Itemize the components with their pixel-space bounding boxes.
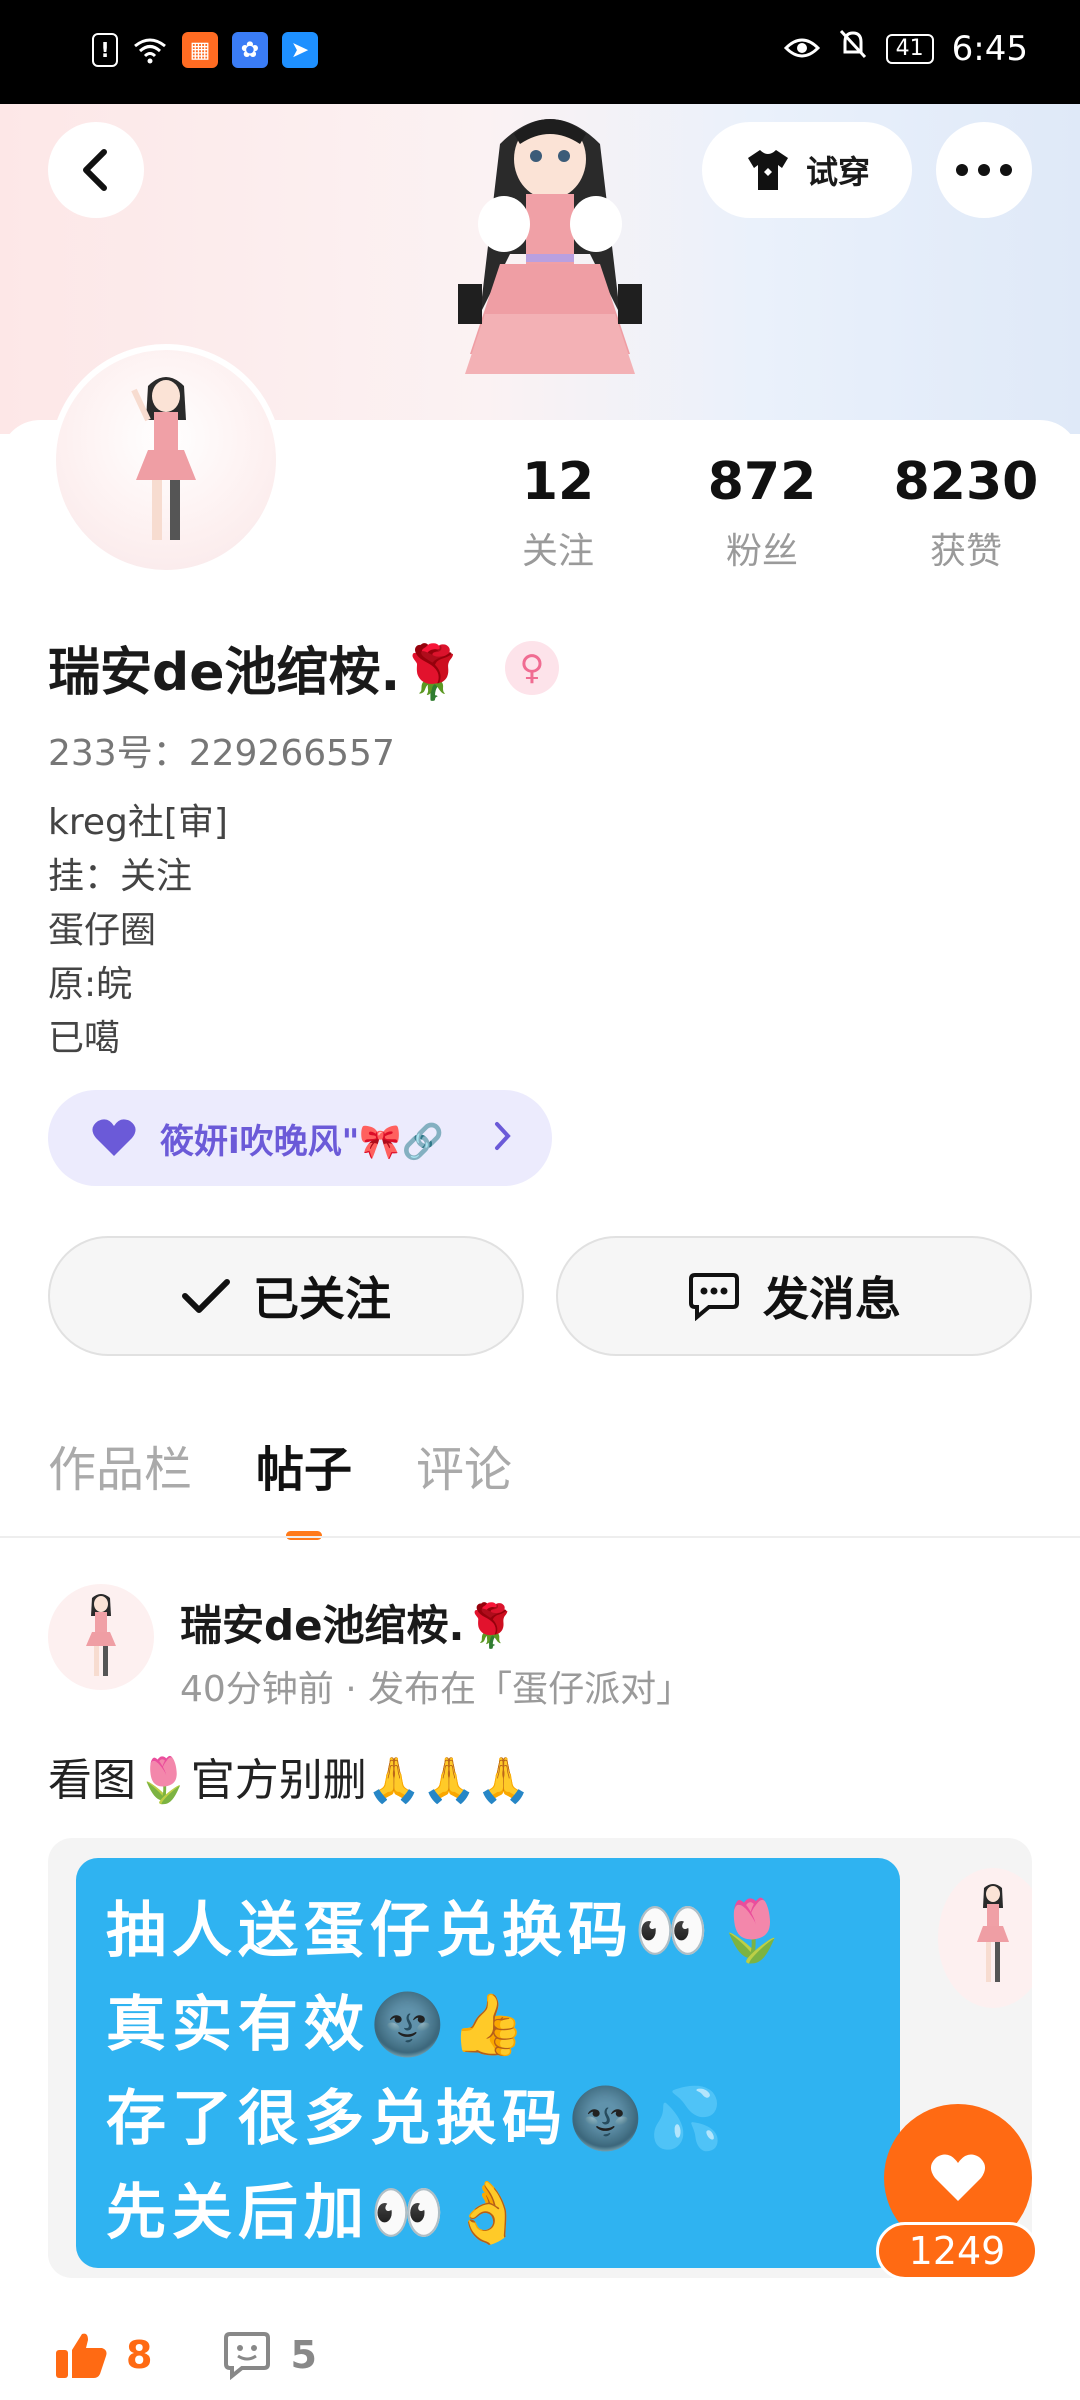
likes-label: 获赞 xyxy=(929,531,1002,572)
post-comment-button[interactable]: 5 xyxy=(222,2330,317,2380)
comment-icon xyxy=(224,2332,271,2380)
status-time: 6:45 xyxy=(951,28,1028,69)
more-button[interactable] xyxy=(936,122,1032,218)
heart-icon xyxy=(930,2154,986,2201)
purple-heart-icon xyxy=(92,1119,136,1156)
image-text-line: 抽人送蛋仔兑换码👀🌷 xyxy=(106,1896,796,1966)
group-tag-label: 筱妍i吹晚风"🎀🔗 xyxy=(160,1121,445,1162)
tshirt-icon xyxy=(747,150,788,190)
post-author-avatar[interactable] xyxy=(48,1584,154,1690)
try-on-button[interactable]: 试穿 xyxy=(702,122,912,218)
profile-name-row: 瑞安de池绾桉.🌹 ♀ xyxy=(48,630,559,705)
alert-icon: ! xyxy=(92,33,118,67)
thumbs-up-icon xyxy=(56,2333,107,2378)
followers-count: 872 xyxy=(707,452,817,512)
bio-line: 原:皖 xyxy=(48,964,133,1005)
stat-followers[interactable]: 872 粉丝 xyxy=(672,452,852,574)
stat-likes[interactable]: 8230 获赞 xyxy=(876,452,1056,574)
user-id: 233号：229266557 xyxy=(48,733,395,774)
image-text-line: 真实有效🌚👍 xyxy=(106,1990,532,2060)
post-like-count: 8 xyxy=(126,2333,153,2377)
post-image-thumbnail[interactable] xyxy=(938,1858,1032,2058)
followed-label: 已关注 xyxy=(253,1272,391,1326)
app-notification-icon: ▦ xyxy=(182,32,218,68)
character-illustration xyxy=(458,119,642,374)
tab-comments[interactable]: 评论 xyxy=(416,1430,512,1500)
tab-divider xyxy=(0,1536,1080,1538)
status-left-icons: ! ▦ ✿ ➤ xyxy=(92,32,318,68)
tab-works[interactable]: 作品栏 xyxy=(48,1430,192,1500)
baidu-icon: ✿ xyxy=(232,32,268,68)
profile-name: 瑞安de池绾桉.🌹 xyxy=(48,643,465,703)
status-right: 41 6:45 xyxy=(783,28,1028,69)
bio-line: 蛋仔圈 xyxy=(48,910,157,951)
avatar-character xyxy=(131,377,196,540)
bio-line: 已噶 xyxy=(48,1018,121,1059)
followers-label: 粉丝 xyxy=(725,531,798,572)
tab-posts[interactable]: 帖子 xyxy=(256,1430,352,1500)
more-dots-icon xyxy=(956,164,1012,176)
profile-tabs: 作品栏 帖子 评论 xyxy=(48,1430,512,1500)
post-text: 看图🌷官方别删🙏🙏🙏 xyxy=(48,1755,532,1806)
bio-line: 挂：关注 xyxy=(48,856,193,897)
mute-icon xyxy=(838,28,868,69)
image-text-line: 存了很多兑换码🌚💦 xyxy=(106,2084,730,2154)
back-button[interactable] xyxy=(48,122,144,218)
post-image[interactable]: 抽人送蛋仔兑换码👀🌷 真实有效🌚👍 存了很多兑换码🌚💦 先关后加👀👌 xyxy=(76,1858,900,2268)
wifi-icon xyxy=(132,32,168,68)
check-icon xyxy=(182,1279,230,1313)
followed-button[interactable]: 已关注 xyxy=(48,1236,524,1356)
post-like-button[interactable]: 8 xyxy=(54,2330,152,2380)
chevron-left-icon xyxy=(83,149,107,191)
try-on-label: 试穿 xyxy=(805,153,870,191)
avatar[interactable] xyxy=(50,344,282,576)
post-meta: 40分钟前 · 发布在「蛋仔派对」 xyxy=(180,1669,693,1710)
likes-count: 8230 xyxy=(893,452,1039,512)
group-tag[interactable]: 筱妍i吹晚风"🎀🔗 xyxy=(48,1090,552,1186)
message-button[interactable]: 发消息 xyxy=(556,1236,1032,1356)
image-text-line: 先关后加👀👌 xyxy=(106,2178,532,2248)
post-actions: 8 5 xyxy=(54,2330,317,2380)
post-author-name[interactable]: 瑞安de池绾桉.🌹 xyxy=(180,1592,517,1653)
chat-bubble-icon xyxy=(689,1273,739,1321)
message-label: 发消息 xyxy=(763,1272,901,1326)
following-count: 12 xyxy=(521,452,595,512)
eye-icon xyxy=(783,29,820,69)
post-media[interactable]: 抽人送蛋仔兑换码👀🌷 真实有效🌚👍 存了很多兑换码🌚💦 先关后加👀👌 xyxy=(48,1838,1032,2278)
bio-line: kreg社[审] xyxy=(48,802,228,843)
fab-like-count: 1249 xyxy=(876,2222,1038,2280)
female-icon: ♀ xyxy=(505,640,559,695)
status-bar: ! ▦ ✿ ➤ 41 6:45 xyxy=(0,0,1080,104)
chevron-right-icon xyxy=(495,1122,511,1150)
avatar-character xyxy=(86,1594,116,1676)
following-label: 关注 xyxy=(521,531,594,572)
stat-following[interactable]: 12 关注 xyxy=(468,452,648,574)
battery-icon: 41 xyxy=(885,33,934,64)
post-comment-count: 5 xyxy=(290,2333,317,2377)
profile-bio: kreg社[审] 挂：关注 蛋仔圈 原:皖 已噶 xyxy=(48,796,228,1066)
app-icon: ➤ xyxy=(282,32,318,68)
